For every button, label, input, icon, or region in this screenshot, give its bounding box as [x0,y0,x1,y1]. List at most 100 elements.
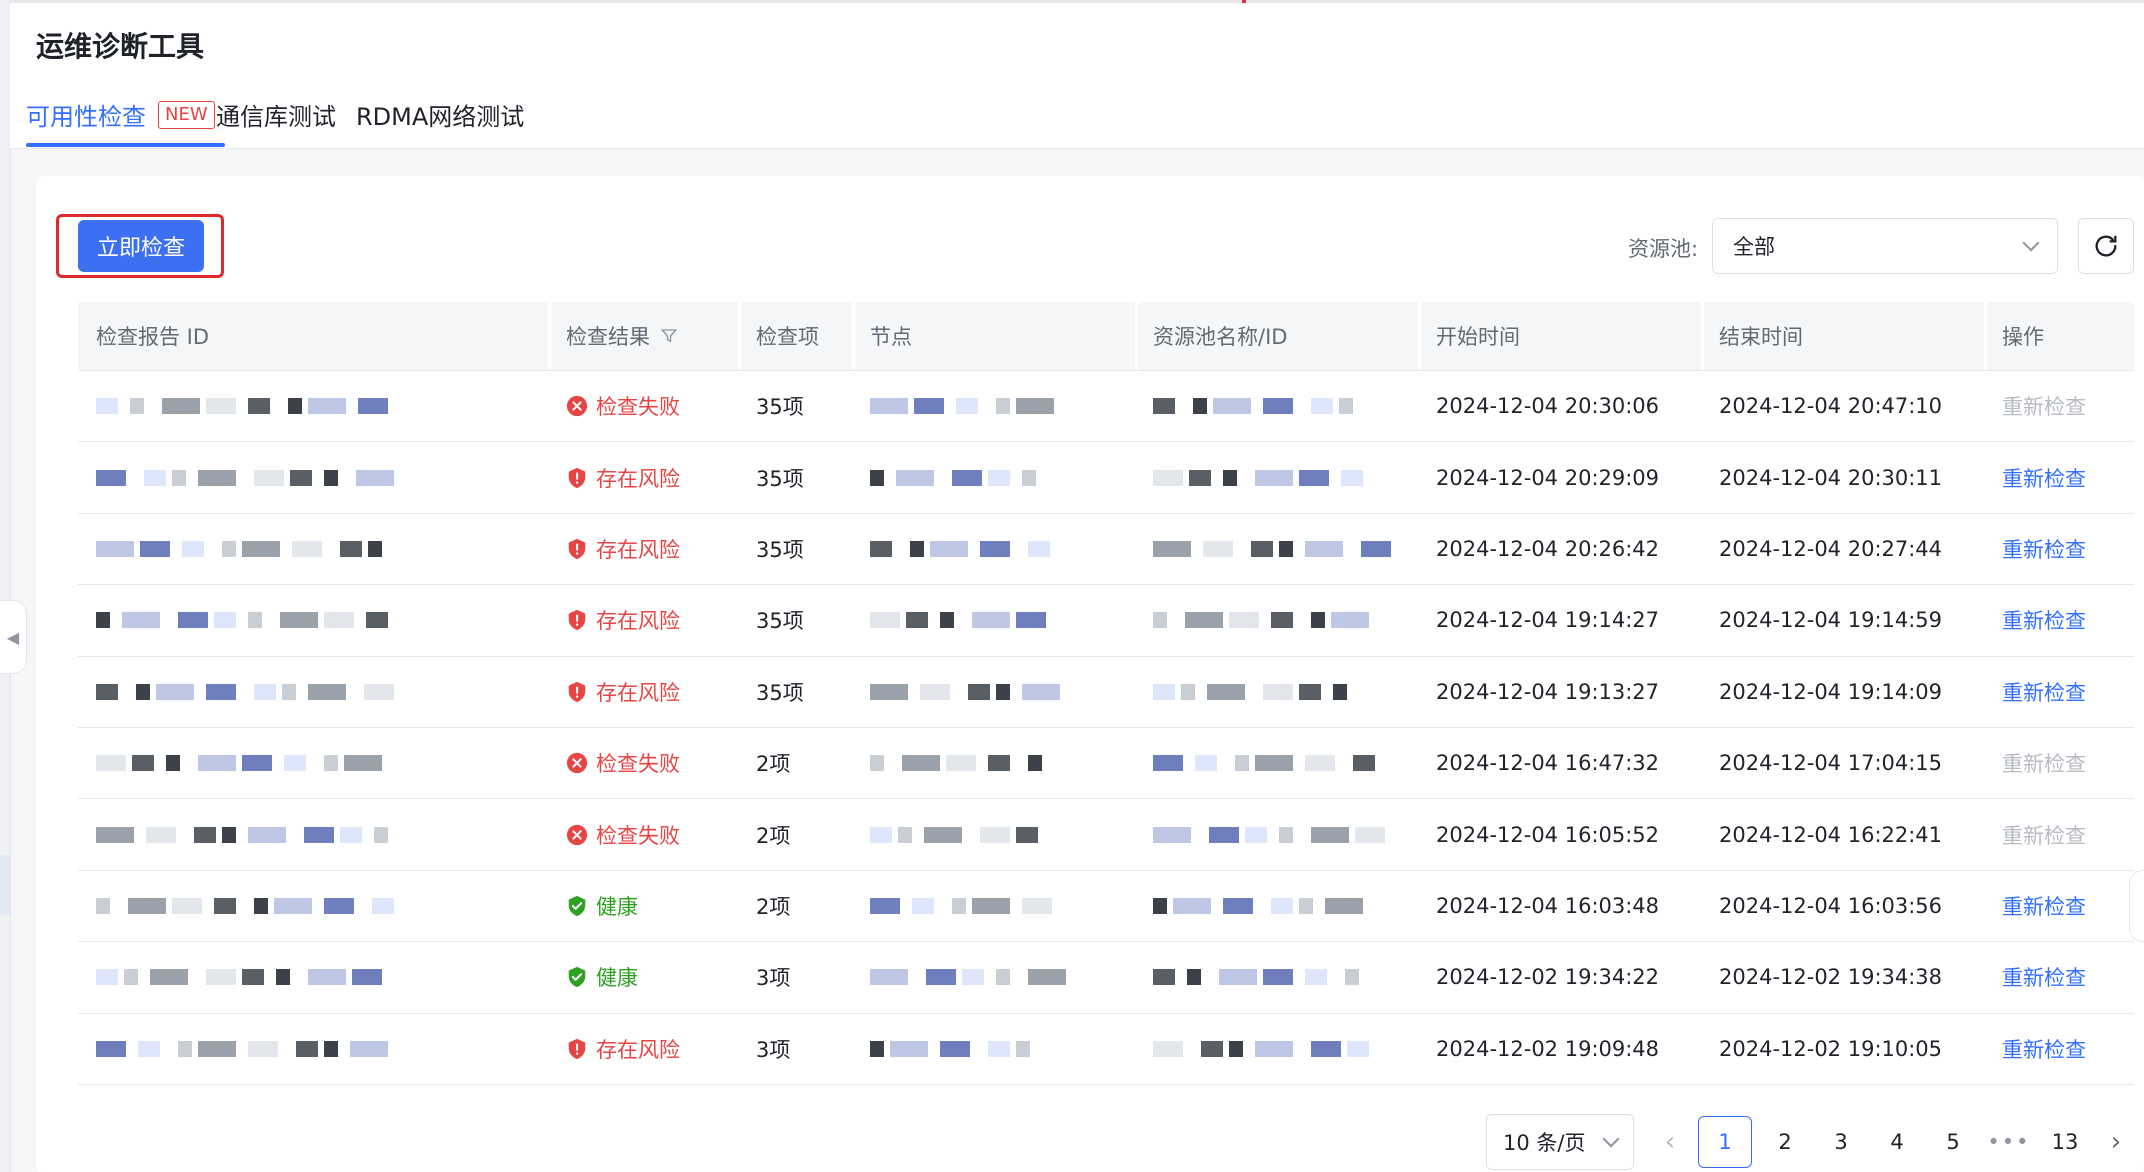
prev-page-button[interactable]: ‹ [1652,1127,1688,1157]
redacted-block [968,683,990,700]
page-button[interactable]: 3 [1818,1116,1864,1168]
recheck-link[interactable]: 重新检查 [2002,677,2086,707]
redacted-block [96,612,110,629]
col-header-result[interactable]: 检查结果 [548,302,738,370]
table-row[interactable]: 存在风险 35项 2024-12-04 19:13:27 2024-12-04 19:… [78,657,2134,728]
redacted-block [1325,897,1363,914]
start-time-cell: 2024-12-04 16:05:52 [1436,822,1660,847]
tab-rdma-network-test[interactable]: RDMA网络测试 [356,97,524,132]
page-button[interactable]: 13 [2042,1116,2088,1168]
redacted-value [1153,610,1381,630]
check-now-button[interactable]: 立即检查 [78,220,204,272]
filter-icon[interactable] [660,327,678,345]
redacted-block [952,897,966,914]
redacted-block [162,398,200,415]
redacted-block [1229,1040,1243,1057]
tab-comm-lib-test[interactable]: 通信库测试 [216,97,336,132]
redacted-block [1279,540,1293,557]
table-row[interactable]: 存在风险 35项 2024-12-04 19:14:27 2024-12-04 19:… [78,585,2134,657]
redacted-block [1347,1040,1369,1057]
redacted-value [1153,539,1397,559]
redacted-block [870,398,908,415]
redacted-value [870,825,1050,845]
action-cell: 重新检查 [1984,514,2134,584]
recheck-link[interactable]: 重新检查 [2002,962,2086,992]
pagination: 10 条/页 ‹ 1 2 3 4 5 ••• 13 › [1486,1114,2134,1170]
action-cell: 重新检查 [1984,657,2134,727]
table-row[interactable]: 存在风险 35项 2024-12-04 20:29:09 2024-12-04 20:… [78,442,2134,514]
redacted-block [946,755,976,772]
redacted-block [288,398,302,415]
redacted-block [1028,969,1066,986]
page-button[interactable]: 1 [1698,1116,1752,1168]
col-header-report-id: 检查报告 ID [96,325,210,349]
table-row[interactable]: 检查失败 2项 2024-12-04 16:47:32 2024-12-04 17:0… [78,728,2134,800]
status-icon-wrap [566,395,588,417]
redacted-block [1311,612,1325,629]
next-page-button[interactable]: › [2098,1127,2134,1157]
tab-availability-check[interactable]: 可用性检查 NEW [26,97,215,132]
resource-pool-select[interactable]: 全部 [1712,218,2058,274]
redacted-block [1255,755,1293,772]
report-id-cell [78,871,548,941]
collapse-sidebar-button[interactable]: ◀ [0,600,27,674]
redacted-block [962,969,984,986]
redacted-block [910,540,924,557]
redacted-block [248,826,286,843]
redacted-block [248,1040,278,1057]
redacted-block [138,1040,160,1057]
page-size-select[interactable]: 10 条/页 [1486,1114,1634,1170]
redacted-block [1022,897,1052,914]
redacted-block [870,1040,884,1057]
result-cell: 检查失败 [548,799,738,869]
table-row[interactable]: 存在风险 35项 2024-12-04 20:26:42 2024-12-04 20:… [78,514,2134,586]
redacted-block [206,969,236,986]
redacted-block [1153,755,1183,772]
page-button[interactable]: 2 [1762,1116,1808,1168]
page-button[interactable]: 5 [1930,1116,1976,1168]
table-row[interactable]: 健康 3项 2024-12-02 19:34:22 2024-12-02 19:34:… [78,942,2134,1014]
table-row[interactable]: 存在风险 3项 2024-12-02 19:09:48 2024-12-02 19:1… [78,1014,2134,1085]
redacted-block [136,683,150,700]
redacted-value [96,610,406,630]
recheck-link[interactable]: 重新检查 [2002,891,2086,921]
table-row[interactable]: 检查失败 2项 2024-12-04 16:05:52 2024-12-04 16:2… [78,799,2134,871]
table-row[interactable]: 检查失败 35项 2024-12-04 20:30:06 2024-12-04 20:… [78,371,2134,443]
col-header-pool: 资源池名称/ID [1135,302,1418,370]
end-time-cell: 2024-12-04 16:03:56 [1719,893,1943,918]
report-id-cell [78,442,548,512]
result-cell: 存在风险 [548,514,738,584]
redacted-block [1219,969,1257,986]
redacted-block [996,969,1010,986]
col-header-node: 节点 [852,302,1135,370]
x-circle-icon [566,824,588,845]
page-button[interactable]: 4 [1874,1116,1920,1168]
redacted-value [1153,753,1381,773]
shield-alert-icon [568,681,586,702]
recheck-link[interactable]: 重新检查 [2002,534,2086,564]
redacted-block [1245,826,1267,843]
status-icon-wrap [566,609,588,631]
chevron-left-icon: ◀ [6,627,20,647]
recheck-link[interactable]: 重新检查 [2002,605,2086,635]
page-ellipsis[interactable]: ••• [1986,1116,2032,1168]
redacted-block [356,469,394,486]
redacted-block [132,755,154,772]
redacted-block [280,612,318,629]
redacted-block [870,612,900,629]
status-text: 健康 [596,966,638,991]
recheck-link[interactable]: 重新检查 [2002,1034,2086,1064]
pool-cell [1135,942,1418,1012]
redacted-block [870,755,884,772]
status-icon-wrap [566,538,588,560]
redacted-block [1263,683,1293,700]
resource-pool-label: 资源池: [1628,237,1699,261]
table-row[interactable]: 健康 2项 2024-12-04 16:03:48 2024-12-04 16:03:… [78,871,2134,943]
col-header-label: 检查结果 [566,325,650,349]
redacted-block [324,1040,338,1057]
redacted-block [308,398,346,415]
recheck-link[interactable]: 重新检查 [2002,463,2086,493]
refresh-button[interactable] [2078,218,2134,274]
redacted-block [980,540,1010,557]
redacted-block [1193,398,1207,415]
